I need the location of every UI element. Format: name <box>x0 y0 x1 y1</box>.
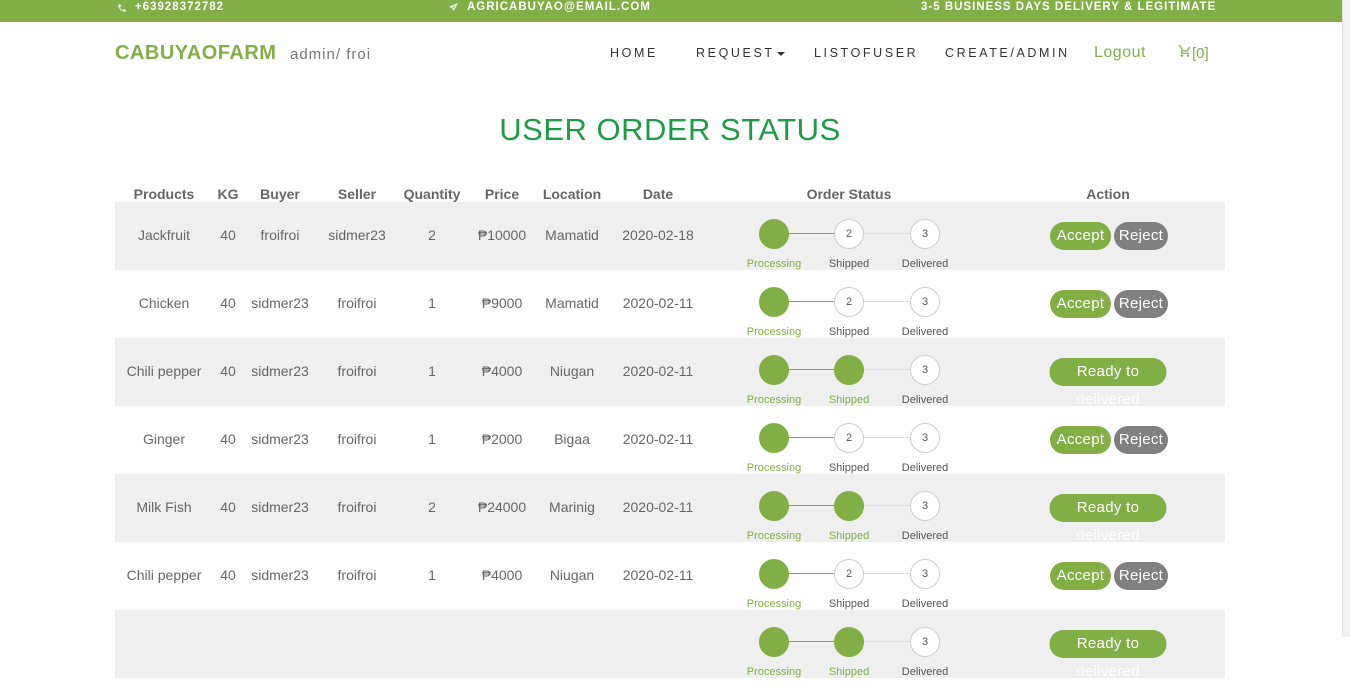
breadcrumb: admin/ froi <box>290 46 372 63</box>
reject-button[interactable]: Reject <box>1114 222 1168 250</box>
header-date: Date <box>642 186 674 202</box>
step-label-shipped: Shipped <box>828 394 870 406</box>
page-title: USER ORDER STATUS <box>499 112 841 147</box>
ready-to-deliver-button[interactable]: Ready to delivered <box>1049 494 1167 544</box>
progress-step-circle: 1 <box>759 627 789 657</box>
step-label-shipped: Shipped <box>828 462 870 474</box>
nav-list-of-user[interactable]: LISTOFUSER <box>814 46 918 60</box>
progress-step-circle: 3 <box>910 627 940 657</box>
header-buyer: Buyer <box>260 186 300 202</box>
progress-step-circle: 1 <box>759 355 789 385</box>
progress-step-circle: 3 <box>910 423 940 453</box>
table-row: Jackfruit 40 froifroi sidmer23 2 ₱10000 Mamati… <box>115 202 1225 270</box>
nav-request-dropdown[interactable]: REQUEST <box>696 46 785 60</box>
step-label-shipped: Shipped <box>828 326 870 338</box>
cart-link[interactable]: [0] <box>1178 44 1209 62</box>
step-label-delivered: Delivered <box>901 462 949 474</box>
table-row: Chicken 40 sidmer23 froifroi 1 ₱9000 Mamatid 20… <box>115 270 1225 338</box>
header-kg: KG <box>217 186 239 202</box>
nav-create-admin[interactable]: CREATE/ADMIN <box>945 46 1070 60</box>
step-label-delivered: Delivered <box>901 326 949 338</box>
email-info: AGRICABUYAO@EMAIL.COM <box>448 0 651 15</box>
phone-number: +63928372782 <box>135 1 225 13</box>
email-address: AGRICABUYAO@EMAIL.COM <box>467 1 651 13</box>
step-label-processing: Processing <box>746 258 802 270</box>
header-order-status: Order Status <box>806 186 892 202</box>
step-label-processing: Processing <box>746 530 802 542</box>
progress-step-circle: 2 <box>834 627 864 657</box>
step-label-processing: Processing <box>746 666 802 678</box>
cart-icon <box>1178 44 1192 62</box>
reject-button[interactable]: Reject <box>1114 562 1168 590</box>
ready-to-deliver-button[interactable]: Ready to delivered <box>1049 358 1167 408</box>
step-label-shipped: Shipped <box>828 258 870 270</box>
step-label-shipped: Shipped <box>828 666 870 678</box>
progress-step-circle: 2 <box>834 423 864 453</box>
reject-button[interactable]: Reject <box>1114 290 1168 318</box>
nav-request-label: REQUEST <box>696 46 775 60</box>
progress-step-circle: 2 <box>834 559 864 589</box>
progress-step-circle: 2 <box>834 287 864 317</box>
table-row: Ginger 40 sidmer23 froifroi 1 ₱2000 Bigaa 2020-… <box>115 406 1225 474</box>
progress-step-circle: 3 <box>910 355 940 385</box>
accept-button[interactable]: Accept <box>1050 426 1111 454</box>
reject-button[interactable]: Reject <box>1114 426 1168 454</box>
progress-step-circle: 1 <box>759 219 789 249</box>
step-label-delivered: Delivered <box>901 598 949 610</box>
progress-step-circle: 3 <box>910 219 940 249</box>
step-label-processing: Processing <box>746 462 802 474</box>
progress-step-circle: 1 <box>759 287 789 317</box>
progress-step-circle: 1 <box>759 559 789 589</box>
delivery-notice-text: 3-5 BUSINESS DAYS DELIVERY & LEGITIMATE <box>921 1 1217 13</box>
step-label-processing: Processing <box>746 326 802 338</box>
progress-step-circle: 1 <box>759 423 789 453</box>
logout-link[interactable]: Logout <box>1094 44 1146 62</box>
paper-plane-icon <box>448 2 459 13</box>
page-scrollbar[interactable] <box>1342 0 1350 637</box>
brand-logo[interactable]: CABUYAOFARM <box>115 42 276 65</box>
nav-home[interactable]: HOME <box>610 46 658 60</box>
phone-icon <box>117 3 127 13</box>
caret-down-icon <box>776 51 785 56</box>
progress-step-circle: 2 <box>834 219 864 249</box>
header-price: Price <box>484 186 520 202</box>
progress-step-circle: 3 <box>910 491 940 521</box>
delivery-notice: 3-5 BUSINESS DAYS DELIVERY & LEGITIMATE <box>921 0 1216 15</box>
header-action: Action <box>1086 186 1130 202</box>
accept-button[interactable]: Accept <box>1050 562 1111 590</box>
table-row: Chili pepper 40 sidmer23 froifroi 1 ₱4000 Niug… <box>115 542 1225 610</box>
step-label-delivered: Delivered <box>901 666 949 678</box>
step-label-shipped: Shipped <box>828 530 870 542</box>
step-label-processing: Processing <box>746 598 802 610</box>
phone-info: +63928372782 <box>117 0 224 15</box>
progress-step-circle: 3 <box>910 559 940 589</box>
accept-button[interactable]: Accept <box>1050 290 1111 318</box>
header-seller: Seller <box>337 186 377 202</box>
top-info-bar: +63928372782 AGRICABUYAO@EMAIL.COM 3-5 B… <box>0 0 1342 22</box>
progress-step-circle: 2 <box>834 355 864 385</box>
header-location: Location <box>542 186 602 202</box>
ready-to-deliver-button[interactable]: Ready to delivered <box>1049 630 1167 680</box>
table-row: Chili pepper 40 sidmer23 froifroi 1 ₱4000 Niug… <box>115 338 1225 408</box>
cart-count: [0] <box>1192 44 1209 62</box>
order-table-body: Jackfruit 40 froifroi sidmer23 2 ₱10000 Mamati… <box>115 202 1225 680</box>
step-label-delivered: Delivered <box>901 258 949 270</box>
progress-step-circle: 2 <box>834 491 864 521</box>
step-label-shipped: Shipped <box>828 598 870 610</box>
step-label-delivered: Delivered <box>901 530 949 542</box>
table-row: Milk Fish 40 sidmer23 froifroi 2 ₱24000 Marini… <box>115 474 1225 544</box>
step-label-delivered: Delivered <box>901 394 949 406</box>
accept-button[interactable]: Accept <box>1050 222 1111 250</box>
navbar: CABUYAOFARM admin/ froi HOME REQUEST LIS… <box>0 22 1342 86</box>
header-quantity: Quantity <box>403 186 461 202</box>
progress-step-circle: 3 <box>910 287 940 317</box>
header-products: Products <box>133 186 195 202</box>
step-label-processing: Processing <box>746 394 802 406</box>
table-row: 1 Processing 2 Shipped 3 Delivered Ready to de… <box>115 610 1225 680</box>
progress-step-circle: 1 <box>759 491 789 521</box>
